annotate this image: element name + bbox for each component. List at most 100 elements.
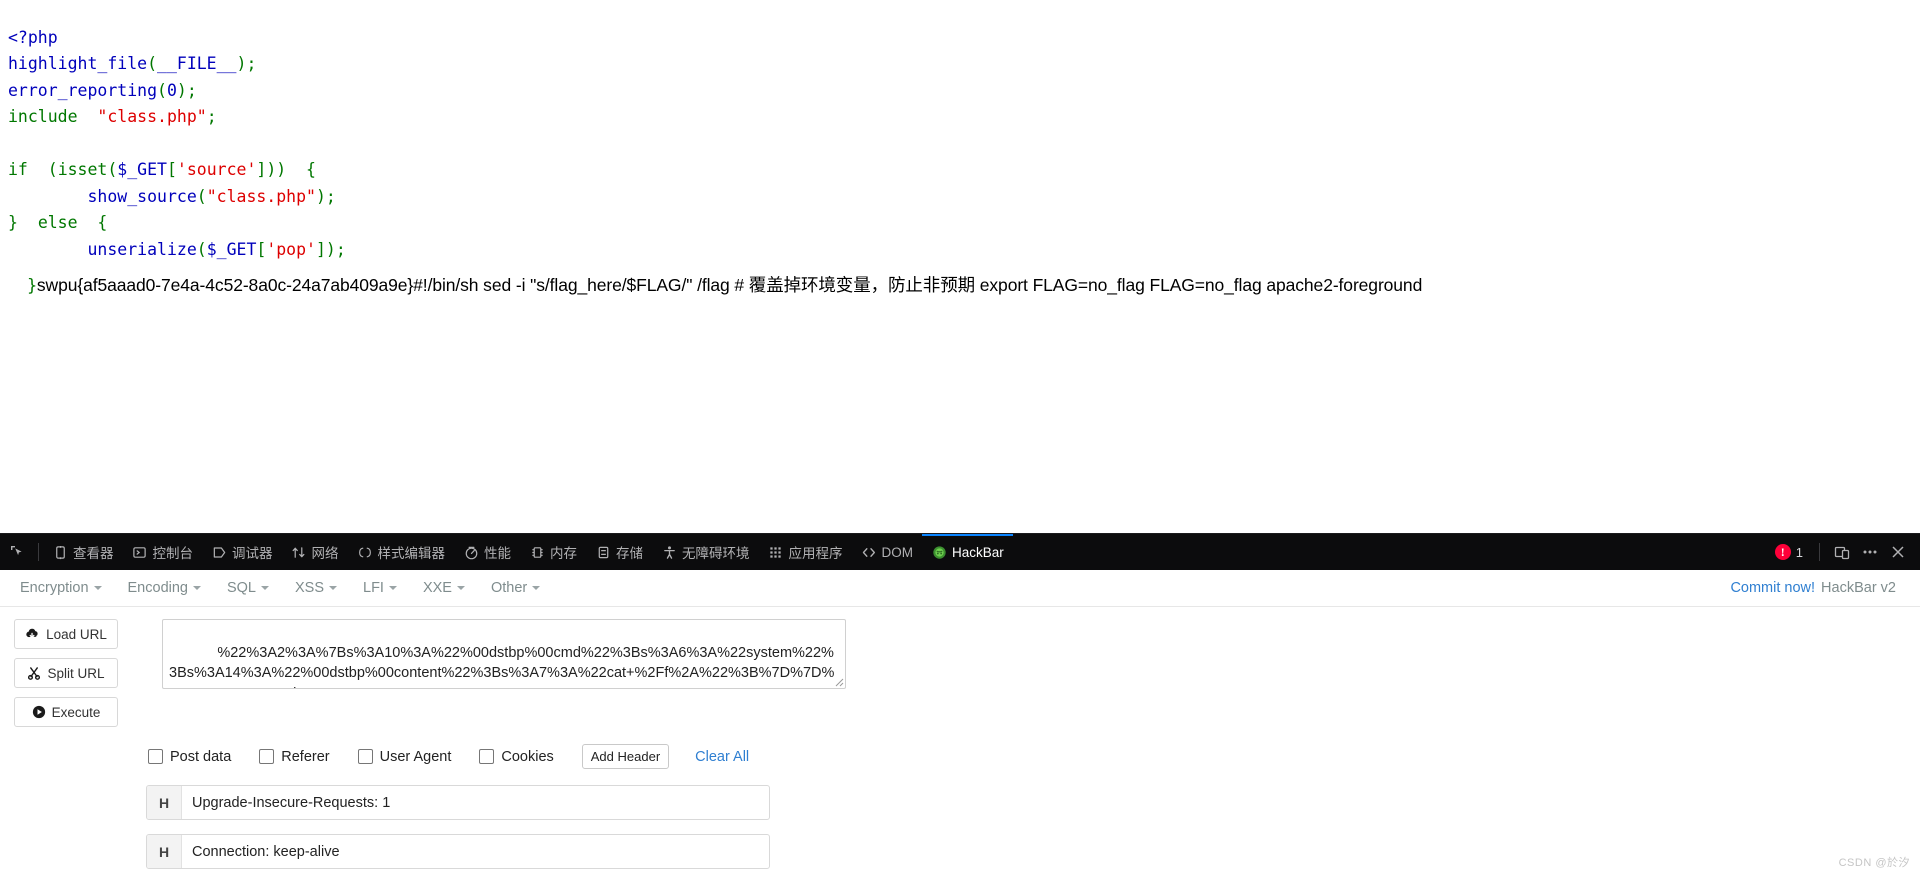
hackbar-option-referer[interactable]: Referer: [259, 749, 330, 765]
devtools-tab-label: 存储: [616, 546, 643, 561]
url-textarea-value: %22%3A2%3A%7Bs%3A10%3A%22%00dstbp%00cmd%…: [169, 644, 835, 689]
flag-text: swpu{af5aaad0-7e4a-4c52-8a0c-24a7ab409a9…: [36, 275, 1423, 295]
header-type-tag[interactable]: H: [147, 835, 182, 868]
devtools-tab-HackBar[interactable]: HackBar: [922, 534, 1013, 570]
hackbar-menu-lfi[interactable]: LFI: [353, 576, 407, 600]
devtools-tab-label: 内存: [550, 546, 577, 561]
devtools-tab-样式编辑器[interactable]: 样式编辑器: [348, 534, 455, 570]
header-row[interactable]: H Connection: keep-alive: [146, 834, 770, 869]
split-url-label: Split URL: [47, 665, 105, 681]
hackbar-menu-encryption[interactable]: Encryption: [10, 576, 112, 600]
hackbar-menu-label: XXE: [422, 580, 452, 596]
php-token: 'source': [176, 160, 257, 179]
network-icon: [291, 544, 307, 560]
more-options-icon[interactable]: [1856, 538, 1884, 566]
devtools-tab-调试器[interactable]: 调试器: [202, 534, 282, 570]
chevron-down-icon: [192, 586, 201, 590]
hackbar-menu-encoding[interactable]: Encoding: [118, 576, 211, 600]
split-url-button[interactable]: Split URL: [14, 658, 118, 688]
php-token: ;: [186, 80, 197, 100]
php-token: ): [176, 80, 187, 100]
checkbox-icon[interactable]: [259, 749, 275, 764]
devtools-tab-label: DOM: [881, 544, 914, 560]
php-token: ])) {: [256, 160, 316, 179]
devtools-tab-无障碍环境[interactable]: 无障碍环境: [652, 534, 759, 570]
php-token: ): [236, 54, 247, 73]
hackbar-menu-xss[interactable]: XSS: [285, 576, 347, 600]
flag-output-line: }swpu{af5aaad0-7e4a-4c52-8a0c-24a7ab409a…: [8, 251, 1422, 318]
devtools-tab-存储[interactable]: 存储: [586, 534, 652, 570]
execute-button[interactable]: Execute: [14, 697, 118, 727]
error-badge-icon: !: [1774, 544, 1791, 560]
hackbar-option-user-agent[interactable]: User Agent: [357, 749, 451, 765]
load-url-button[interactable]: Load URL: [14, 619, 118, 649]
php-token: "class.php": [97, 107, 207, 126]
hackbar-menu-other[interactable]: Other: [481, 576, 550, 600]
devtools-tab-label: 性能: [484, 546, 511, 561]
hackbar-menubar-right: Commit now! HackBar v2: [1730, 580, 1910, 596]
header-value-input[interactable]: Connection: keep-alive: [182, 835, 769, 868]
php-token: (: [147, 54, 158, 73]
clear-all-link[interactable]: Clear All: [695, 749, 749, 765]
execute-label: Execute: [51, 704, 101, 720]
debugger-icon: [211, 544, 227, 560]
close-icon[interactable]: [1884, 538, 1912, 566]
console-icon: [132, 544, 148, 560]
responsive-design-mode-icon[interactable]: [1828, 538, 1856, 566]
hackbar-action-buttons: Load URL Split URL Execute: [14, 619, 118, 727]
header-type-tag[interactable]: H: [147, 786, 182, 819]
checkbox-icon[interactable]: [148, 749, 163, 764]
devtools-tab-网络[interactable]: 网络: [282, 534, 348, 570]
inspector-icon: [52, 544, 68, 560]
url-textarea[interactable]: %22%3A2%3A%7Bs%3A10%3A%22%00dstbp%00cmd%…: [162, 619, 846, 689]
hackbar-options-row: Post data Referer User Agent Cookies Add Hea…: [0, 744, 1920, 769]
devtools-tab-内存[interactable]: 内存: [520, 534, 586, 570]
error-count: 1: [1795, 544, 1803, 560]
style-editor-icon: [357, 544, 373, 560]
hackbar-option-cookies[interactable]: Cookies: [479, 748, 554, 765]
checkbox-icon[interactable]: [479, 749, 495, 764]
devtools-tab-list: 查看器 控制台 调试器 网络 样式编辑器 性能 内存 存储 无障碍环境 应用程序 DOM HackBa…: [43, 534, 1775, 570]
storage-icon: [595, 544, 611, 560]
toolbar-divider-right: [1819, 543, 1820, 561]
browser-page-content: <?php highlight_file(__FILE__); error_re…: [0, 0, 1920, 533]
devtools-tab-label: 控制台: [152, 546, 194, 561]
php-token: show_source: [87, 186, 197, 206]
add-header-button[interactable]: Add Header: [581, 744, 670, 769]
accessibility-icon: [661, 544, 677, 560]
php-token: {: [77, 213, 108, 232]
header-row[interactable]: H Upgrade-Insecure-Requests: 1: [146, 785, 770, 820]
hackbar-menubar: Encryption Encoding SQL XSS LFI XXE Other Comm…: [0, 570, 1920, 607]
checkbox-icon[interactable]: [357, 749, 373, 764]
header-value-input[interactable]: Upgrade-Insecure-Requests: 1: [182, 786, 769, 819]
php-token: <?php: [8, 27, 58, 47]
hackbar-menu-xxe[interactable]: XXE: [413, 576, 475, 600]
chevron-down-icon: [456, 586, 465, 590]
devtools-tab-label: 查看器: [73, 546, 114, 561]
devtools-toolbar-right: ! 1: [1774, 538, 1920, 566]
hackbar-headers-list: H Upgrade-Insecure-Requests: 1 H Connection…: [0, 785, 1920, 869]
memory-icon: [529, 544, 545, 560]
dom-icon: [861, 544, 877, 560]
commit-now-link[interactable]: Commit now!: [1730, 580, 1815, 596]
error-indicator[interactable]: ! 1: [1774, 544, 1803, 560]
hackbar-option-label: Cookies: [501, 748, 554, 765]
chevron-down-icon: [329, 586, 338, 590]
devtools-tab-label: 无障碍环境: [682, 546, 750, 561]
devtools-tab-性能[interactable]: 性能: [454, 534, 520, 570]
hackbar-menu-label: XSS: [295, 580, 325, 596]
toolbar-divider: [38, 543, 39, 561]
php-token: __FILE__: [157, 54, 237, 73]
picker-icon[interactable]: [0, 534, 34, 570]
devtools-tab-label: 调试器: [232, 546, 273, 561]
php-token: (: [107, 160, 118, 179]
php-token: );: [315, 186, 336, 206]
hackbar-menu-label: Encryption: [20, 580, 89, 596]
hackbar-panel: Encryption Encoding SQL XSS LFI XXE Other Comm…: [0, 570, 1920, 881]
devtools-tab-应用程序[interactable]: 应用程序: [759, 534, 852, 570]
hackbar-option-post-data[interactable]: Post data: [148, 749, 231, 765]
devtools-tab-DOM[interactable]: DOM: [852, 534, 923, 570]
devtools-tab-查看器[interactable]: 查看器: [43, 534, 123, 570]
devtools-tab-控制台[interactable]: 控制台: [123, 534, 203, 570]
hackbar-menu-sql[interactable]: SQL: [217, 576, 279, 600]
